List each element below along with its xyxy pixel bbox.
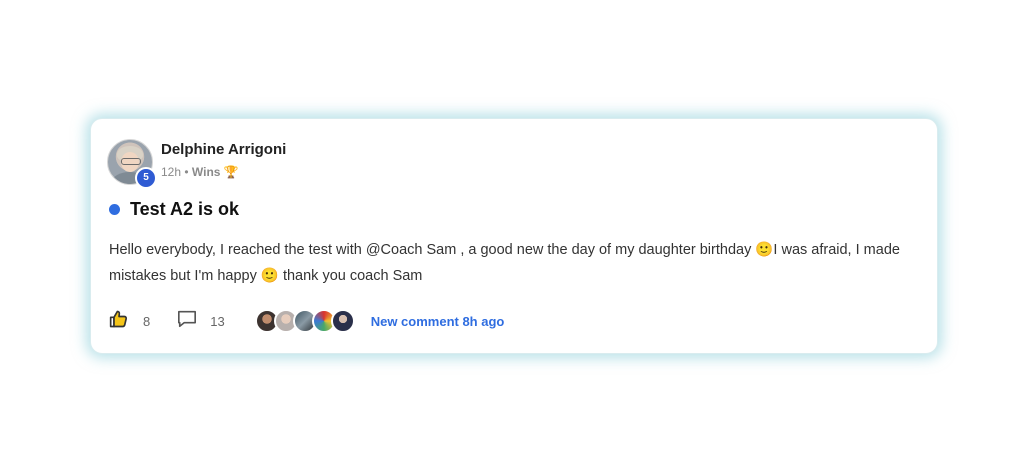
post-category[interactable]: Wins <box>192 165 221 179</box>
post-time: 12h <box>161 165 182 179</box>
unread-dot <box>109 204 120 215</box>
thumbs-up-icon[interactable] <box>109 309 129 334</box>
level-badge: 5 <box>135 167 157 189</box>
trophy-icon: 🏆 <box>223 165 239 179</box>
participant-avatar[interactable] <box>330 309 355 333</box>
meta-separator: • <box>184 165 189 179</box>
new-comment-link[interactable]: New comment 8h ago <box>371 314 505 329</box>
post-title[interactable]: Test A2 is ok <box>130 199 239 220</box>
post-actions: 8 13 New comment 8h ago <box>109 309 504 333</box>
author-avatar-wrap[interactable]: 5 <box>107 139 157 189</box>
post-title-row[interactable]: Test A2 is ok <box>109 199 239 220</box>
comment-button[interactable]: 13 <box>176 309 254 334</box>
comment-count: 13 <box>210 313 225 329</box>
avatar-glasses <box>121 158 141 165</box>
like-count: 8 <box>143 313 151 329</box>
author-name[interactable]: Delphine Arrigoni <box>161 141 286 158</box>
post-meta: 12h • Wins 🏆 <box>161 165 239 179</box>
post-card[interactable]: 5 Delphine Arrigoni 12h • Wins 🏆 Test A2… <box>90 118 938 354</box>
comment-bubble-icon[interactable] <box>176 309 198 334</box>
like-button[interactable]: 8 <box>109 309 176 334</box>
post-body: Hello everybody, I reached the test with… <box>109 242 900 284</box>
participant-avatars[interactable] <box>254 309 355 333</box>
